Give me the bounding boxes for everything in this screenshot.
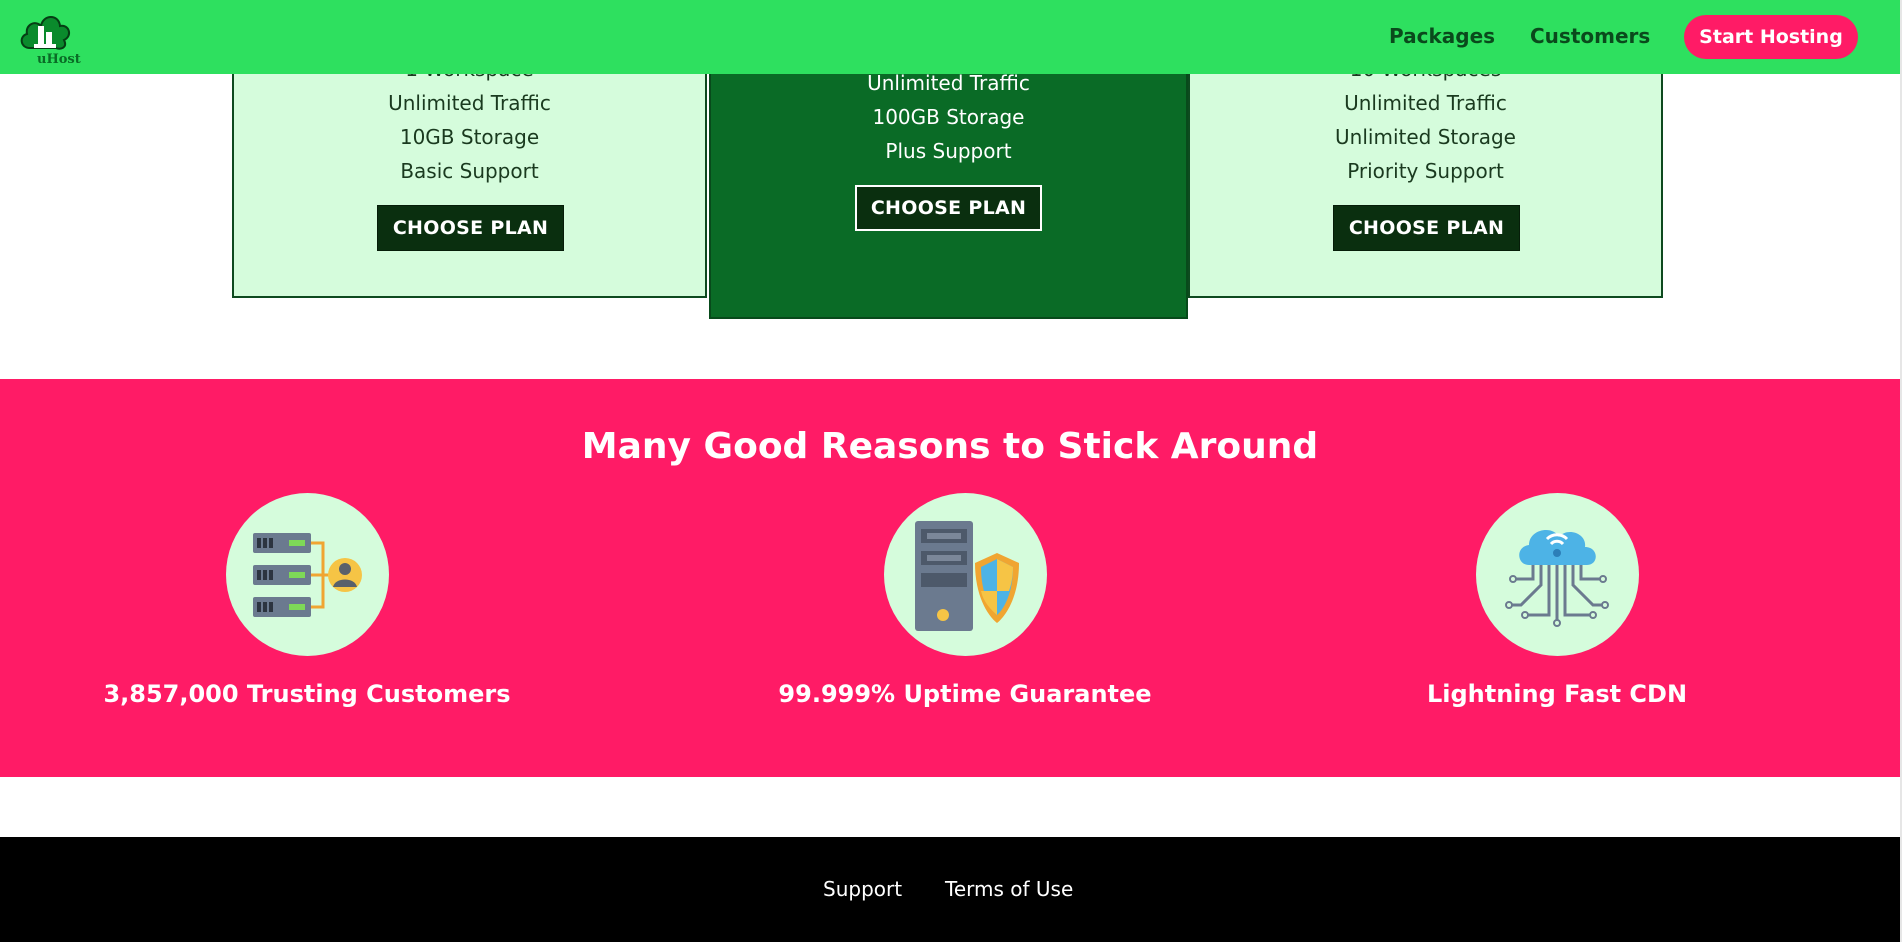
- footer-terms-link[interactable]: Terms of Use: [945, 877, 1073, 901]
- plan-feature: 100GB Storage: [872, 105, 1025, 129]
- logo-text: uHost: [37, 52, 81, 67]
- reason-label: Lightning Fast CDN: [1426, 680, 1688, 708]
- reason-icon-circle: [1475, 493, 1639, 656]
- plan-feature: Unlimited Traffic: [1344, 91, 1507, 115]
- plan-feature: Priority Support: [1347, 159, 1504, 183]
- site-footer: Support Terms of Use: [0, 837, 1900, 942]
- page-viewport: 1 Workspace Unlimited Traffic 10GB Stora…: [0, 0, 1900, 942]
- reason-icon-circle: [883, 493, 1047, 656]
- reason-uptime: 99.999% Uptime Guarantee: [755, 493, 1175, 708]
- reasons-section: Many Good Reasons to Stick Around 3,857,…: [0, 379, 1900, 777]
- reason-icon-circle: [225, 493, 389, 656]
- footer-support-link[interactable]: Support: [823, 877, 902, 901]
- reason-cdn: Lightning Fast CDN: [1347, 493, 1767, 708]
- choose-plan-button[interactable]: CHOOSE PLAN: [855, 185, 1042, 231]
- plan-feature: Unlimited Traffic: [388, 91, 551, 115]
- plan-feature: Basic Support: [400, 159, 539, 183]
- nav-customers-link[interactable]: Customers: [1530, 24, 1650, 48]
- reason-customers: 3,857,000 Trusting Customers: [97, 493, 517, 708]
- plan-feature: Unlimited Storage: [1335, 125, 1516, 149]
- cloud-network-icon: [1505, 529, 1609, 627]
- main-navbar: uHost Packages Customers Start Hosting: [0, 0, 1900, 74]
- reason-label: 99.999% Uptime Guarantee: [778, 680, 1152, 708]
- choose-plan-button[interactable]: CHOOSE PLAN: [1333, 205, 1520, 251]
- plan-feature: Plus Support: [885, 139, 1012, 163]
- server-customer-icon: [253, 532, 362, 617]
- plan-features: Unlimited Traffic 100GB Storage Plus Sup…: [711, 66, 1186, 168]
- start-hosting-button[interactable]: Start Hosting: [1684, 15, 1858, 59]
- uhost-logo[interactable]: uHost: [16, 8, 81, 67]
- reason-label: 3,857,000 Trusting Customers: [103, 680, 511, 708]
- plan-feature: 10GB Storage: [399, 125, 540, 149]
- server-shield-icon: [915, 520, 1019, 631]
- section-title: Many Good Reasons to Stick Around: [581, 426, 1319, 467]
- choose-plan-button[interactable]: CHOOSE PLAN: [377, 205, 564, 251]
- nav-packages-link[interactable]: Packages: [1389, 24, 1495, 48]
